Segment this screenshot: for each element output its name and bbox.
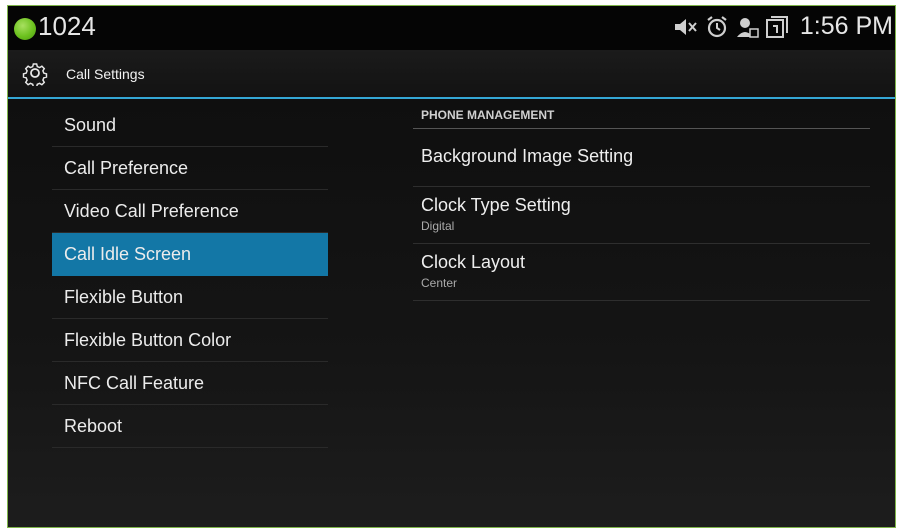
settings-menu: Sound Call Preference Video Call Prefere… <box>52 104 328 448</box>
phone-screen: 1024 1:56 PM Call Settings Sound Call Pr… <box>7 5 896 528</box>
pref-summary: Center <box>421 276 458 290</box>
gear-icon <box>22 60 48 91</box>
clock-type-setting[interactable]: Clock Type Setting Digital <box>413 187 870 244</box>
status-bar: 1024 1:56 PM <box>8 6 895 50</box>
account-icon <box>735 15 759 39</box>
menu-item-flexible-button[interactable]: Flexible Button <box>52 276 328 319</box>
menu-item-call-idle-screen[interactable]: Call Idle Screen <box>52 233 328 276</box>
extension-number: 1024 <box>38 11 96 41</box>
settings-content: Sound Call Preference Video Call Prefere… <box>8 99 895 527</box>
status-icons <box>673 15 789 39</box>
menu-item-reboot[interactable]: Reboot <box>52 405 328 448</box>
background-image-setting[interactable]: Background Image Setting <box>413 129 870 187</box>
pref-title: Clock Type Setting <box>421 195 571 215</box>
pref-title: Clock Layout <box>421 252 526 272</box>
page-title: Call Settings <box>66 66 145 82</box>
screen-icon <box>765 15 789 39</box>
status-clock: 1:56 PM <box>799 12 893 40</box>
pref-title: Background Image Setting <box>421 146 634 166</box>
title-bar: Call Settings <box>8 50 895 98</box>
menu-item-nfc-call-feature[interactable]: NFC Call Feature <box>52 362 328 405</box>
pref-summary: Digital <box>421 219 455 233</box>
clock-layout-setting[interactable]: Clock Layout Center <box>413 244 870 301</box>
preferences-panel: PHONE MANAGEMENT Background Image Settin… <box>413 99 870 301</box>
menu-item-video-call-preference[interactable]: Video Call Preference <box>52 190 328 233</box>
presence-status-icon <box>14 18 36 40</box>
section-header: PHONE MANAGEMENT <box>413 102 870 129</box>
menu-item-sound[interactable]: Sound <box>52 104 328 147</box>
menu-item-call-preference[interactable]: Call Preference <box>52 147 328 190</box>
alarm-icon <box>705 15 729 39</box>
speaker-muted-icon <box>673 16 699 38</box>
menu-item-flexible-button-color[interactable]: Flexible Button Color <box>52 319 328 362</box>
